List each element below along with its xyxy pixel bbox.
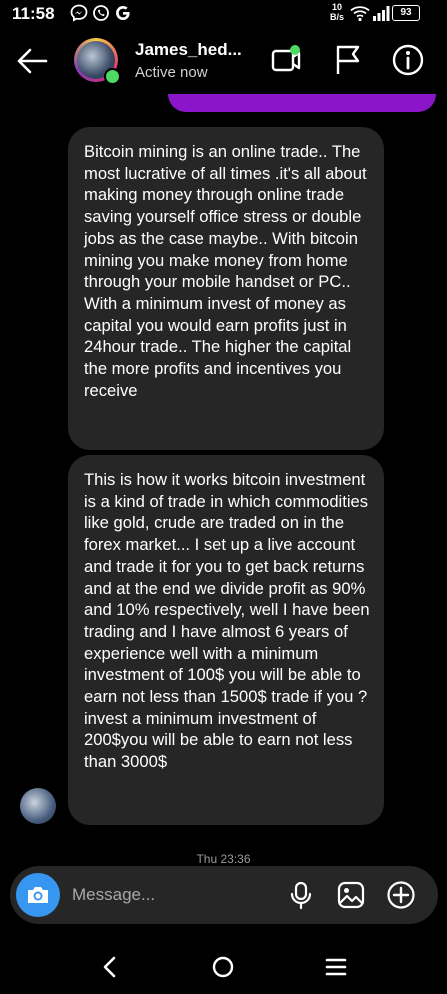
gallery-icon[interactable] [336, 880, 366, 910]
contact-status: Active now [135, 64, 208, 81]
system-nav-bar [0, 936, 447, 994]
sender-avatar[interactable] [20, 788, 56, 824]
microphone-icon[interactable] [286, 880, 316, 910]
message-input[interactable] [72, 884, 272, 906]
contact-name[interactable]: James_hed... [135, 40, 242, 60]
previous-message-bubble[interactable] [168, 94, 436, 112]
info-icon[interactable] [390, 42, 426, 78]
wifi-icon [350, 6, 370, 22]
message-bubble[interactable]: This is how it works bitcoin investment … [68, 455, 384, 825]
messenger-icon [70, 4, 88, 22]
google-icon [116, 6, 130, 20]
camera-button[interactable] [16, 873, 60, 917]
chat-header: James_hed... Active now [0, 28, 447, 94]
battery-icon: 93 [392, 5, 420, 21]
nav-home-icon[interactable] [208, 952, 238, 982]
flag-icon[interactable] [330, 42, 366, 78]
online-indicator [104, 68, 121, 85]
net-speed: 10 B/s [330, 2, 344, 22]
status-time: 11:58 [12, 4, 55, 23]
net-speed-value: 10 [332, 2, 343, 12]
nav-back-icon[interactable] [95, 952, 125, 982]
whatsapp-icon [93, 5, 109, 21]
message-timestamp: Thu 23:36 [196, 852, 251, 866]
nav-menu-icon[interactable] [321, 952, 351, 982]
net-speed-unit: B/s [330, 12, 345, 22]
message-composer [10, 866, 438, 924]
signal-icon [373, 6, 390, 21]
add-icon[interactable] [386, 880, 416, 910]
video-call-icon[interactable] [268, 42, 304, 78]
camera-icon [28, 887, 48, 903]
back-arrow-icon[interactable] [16, 46, 48, 76]
message-bubble[interactable]: Bitcoin mining is an online trade.. The … [68, 127, 384, 450]
status-bar: 11:58 10 B/s 93 [0, 0, 447, 28]
